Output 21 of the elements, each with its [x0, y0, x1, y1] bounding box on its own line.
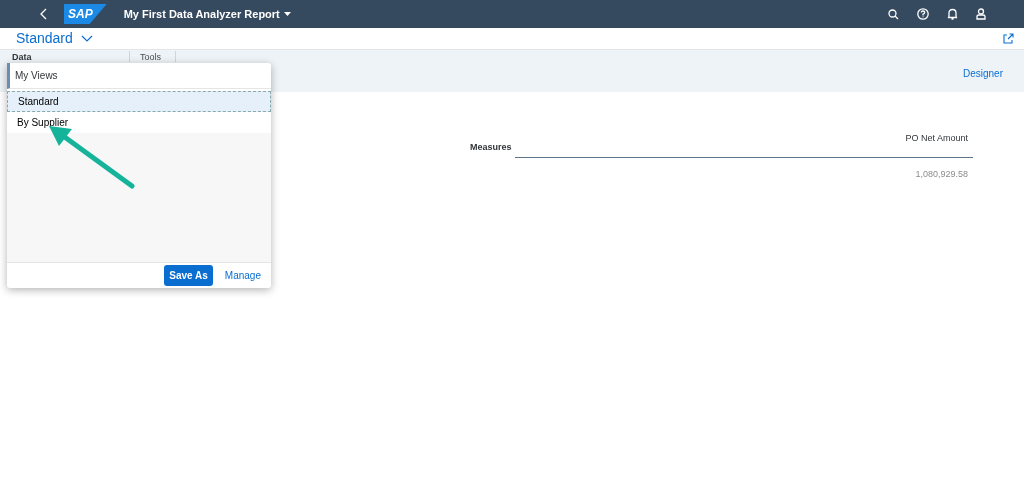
user-icon[interactable]: [976, 8, 986, 20]
save-as-button[interactable]: Save As: [164, 265, 213, 286]
row-header: Measures: [470, 141, 512, 155]
search-icon[interactable]: [888, 8, 899, 20]
logo: SAP: [64, 4, 107, 24]
manage-link[interactable]: Manage: [224, 268, 261, 283]
column-header: PO Net Amount: [905, 132, 968, 145]
back-icon[interactable]: [40, 8, 48, 20]
share-icon[interactable]: [1003, 33, 1014, 44]
help-icon[interactable]: [917, 8, 929, 20]
caret-icon[interactable]: [283, 11, 291, 17]
view-item[interactable]: Standard: [7, 91, 271, 112]
popover-title: My Views: [15, 69, 58, 83]
chevron-down-icon[interactable]: [80, 35, 93, 42]
table-cell-text: 1,080,929.58: [915, 168, 968, 181]
tab[interactable]: Tools: [136, 51, 176, 62]
designer-link[interactable]: Designer: [962, 66, 1003, 81]
variant-selector[interactable]: Standard: [16, 28, 93, 49]
bell-icon[interactable]: [947, 8, 958, 20]
tab[interactable]: Data: [8, 51, 130, 62]
app-title-menu[interactable]: My First Data Analyzer Report: [122, 4, 292, 24]
